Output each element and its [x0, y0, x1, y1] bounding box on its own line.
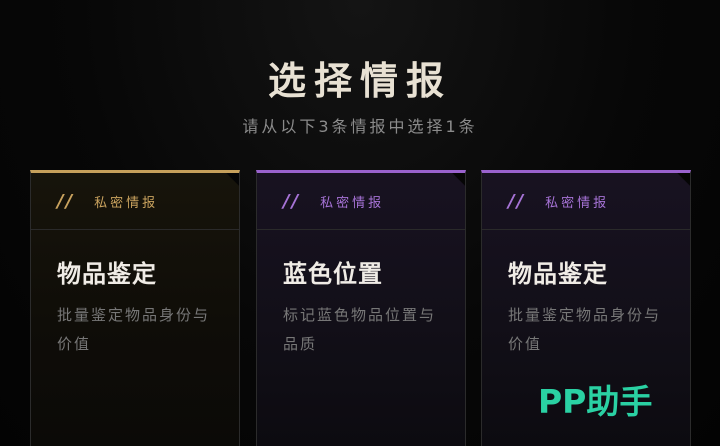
card-tag: 私密情报 [94, 195, 159, 211]
page-subtitle: 请从以下3条情报中选择1条 [242, 117, 478, 136]
card-description: 标记蓝色物品位置与品质 [283, 306, 437, 353]
intel-card-blue-location[interactable]: // 私密情报 蓝色位置 标记蓝色物品位置与品质 [256, 170, 466, 446]
card-title: 蓝色位置 [283, 260, 383, 288]
card-header: // 私密情报 [31, 173, 239, 230]
pp-assistant-watermark: PP助手 [538, 382, 653, 421]
page-title: 选择情报 [267, 59, 452, 103]
card-description: 批量鉴定物品身份与价值 [57, 306, 211, 353]
card-header: // 私密情报 [482, 173, 690, 230]
intel-card-item-identification-gold[interactable]: // 私密情报 物品鉴定 批量鉴定物品身份与价值 [30, 170, 240, 446]
card-title: 物品鉴定 [57, 260, 157, 288]
card-slash-mark: // [57, 190, 75, 212]
card-tag: 私密情报 [320, 195, 385, 211]
card-slash-mark: // [283, 190, 301, 212]
intel-selection-screen: 选择情报 请从以下3条情报中选择1条 // 私密情报 物品鉴定 批量鉴定物品身份… [0, 0, 720, 446]
card-description: 批量鉴定物品身份与价值 [508, 306, 662, 353]
card-slash-mark: // [508, 190, 526, 212]
card-header: // 私密情报 [257, 173, 465, 230]
card-tag: 私密情报 [545, 195, 610, 211]
card-title: 物品鉴定 [508, 260, 608, 288]
